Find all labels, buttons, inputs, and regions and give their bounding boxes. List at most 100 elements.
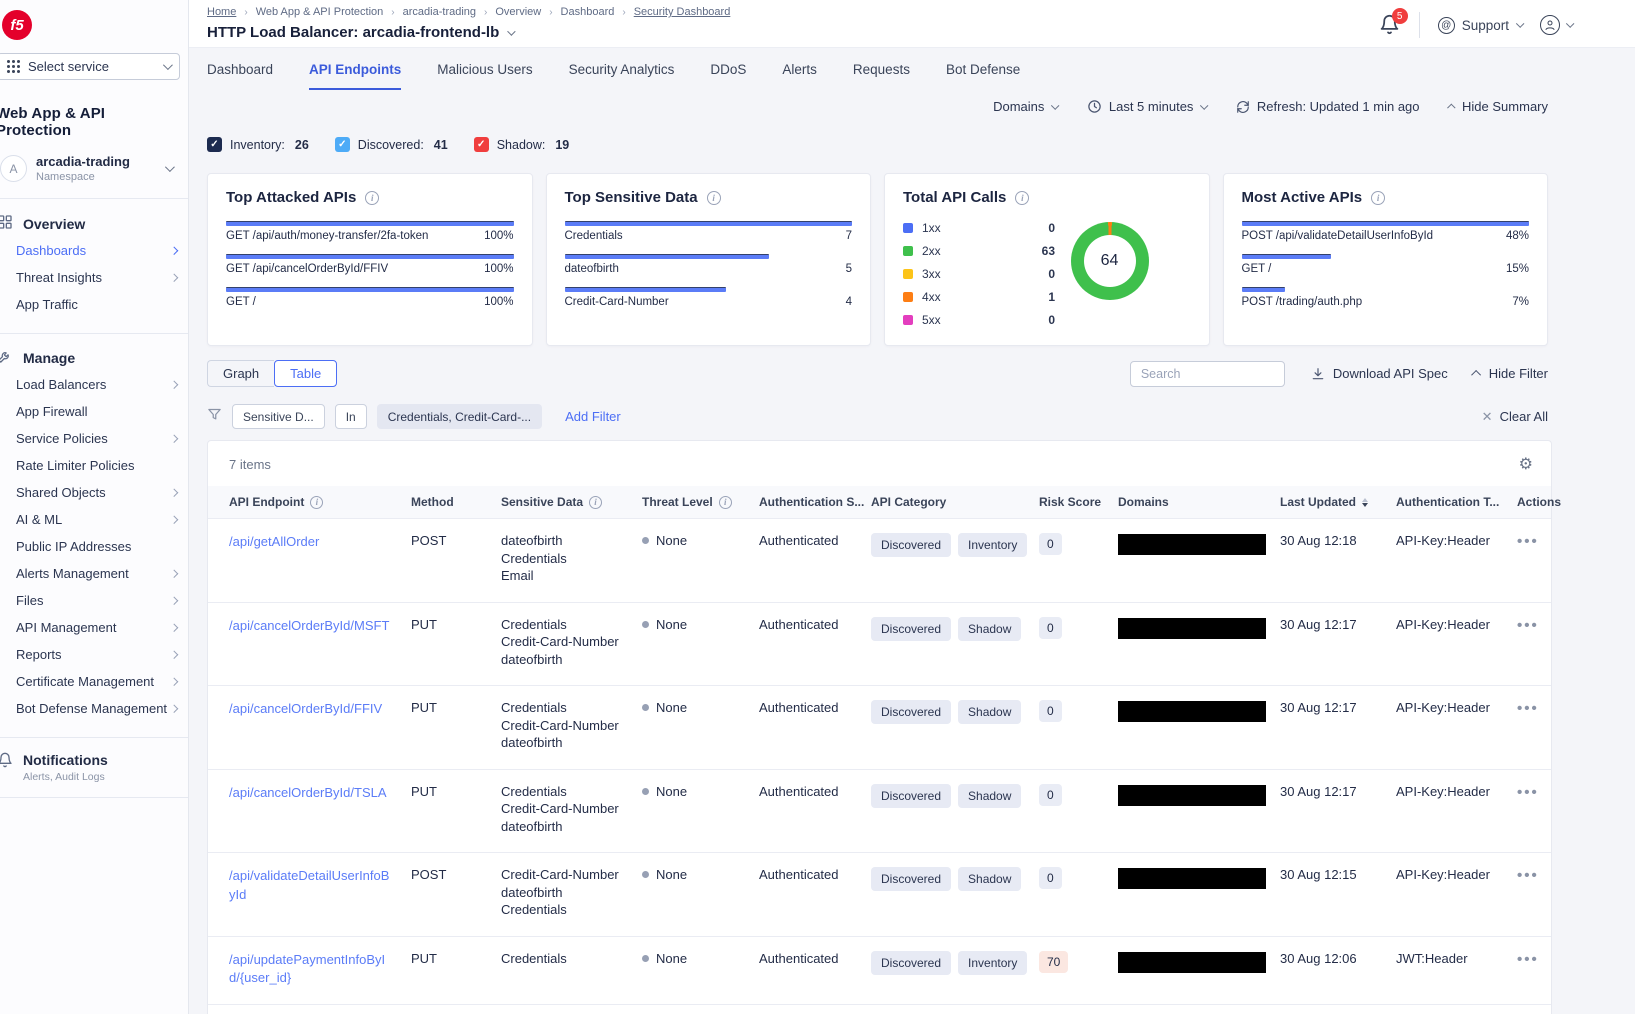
tab-requests[interactable]: Requests: [853, 62, 910, 90]
breadcrumb-item[interactable]: Home: [207, 6, 236, 18]
sidebar-item-shared-objects[interactable]: Shared Objects: [0, 479, 188, 506]
bar-label: Credentials: [565, 230, 623, 242]
sort-icon[interactable]: [1362, 498, 1368, 507]
gear-icon[interactable]: ⚙: [1519, 456, 1533, 472]
sidebar-item-ai-ml[interactable]: AI & ML: [0, 506, 188, 533]
bar-label: GET /: [1242, 263, 1272, 275]
bar-item: POST /api/validateDetailUserInfoById48%: [1242, 221, 1530, 242]
api-endpoint-link[interactable]: /api/cancelOrderById/FFIV: [229, 700, 411, 719]
time-range-dropdown[interactable]: Last 5 minutes: [1087, 99, 1206, 114]
threat-level-cell: None: [642, 784, 759, 799]
filter-operator-select[interactable]: In: [335, 404, 367, 429]
info-icon[interactable]: i: [365, 191, 379, 205]
row-actions-button[interactable]: •••: [1517, 867, 1539, 884]
tab-malicious-users[interactable]: Malicious Users: [437, 62, 532, 90]
table-row: /api/cancelOrderById/FFIVPUTCredentialsC…: [208, 685, 1551, 769]
column-header-risk-score[interactable]: Risk Score: [1039, 495, 1118, 509]
tab-security-analytics[interactable]: Security Analytics: [569, 62, 675, 90]
graph-view-button[interactable]: Graph: [207, 360, 274, 387]
sidebar-item-app-firewall[interactable]: App Firewall: [0, 398, 188, 425]
tab-api-endpoints[interactable]: API Endpoints: [309, 62, 401, 90]
namespace-selector[interactable]: A arcadia-trading Namespace: [0, 154, 180, 183]
table-toolbar: Graph Table Download API Spec Hide Filte…: [207, 360, 1548, 387]
checkbox-discovered[interactable]: ✓Discovered:41: [335, 137, 448, 152]
api-category-cell: DiscoveredShadow: [871, 784, 1039, 808]
row-actions-button[interactable]: •••: [1517, 617, 1539, 634]
refresh-button[interactable]: Refresh: Updated 1 min ago: [1236, 99, 1420, 114]
breadcrumb-item[interactable]: Dashboard: [561, 6, 615, 18]
breadcrumb-item[interactable]: Overview: [495, 6, 541, 18]
api-endpoint-link[interactable]: /api/cancelOrderById/TSLA: [229, 784, 411, 803]
info-icon[interactable]: i: [719, 496, 732, 509]
column-header-api-category[interactable]: API Category: [871, 495, 1039, 509]
add-filter-button[interactable]: Add Filter: [565, 409, 621, 424]
sidebar-item-threat-insights[interactable]: Threat Insights: [0, 264, 188, 291]
tab-dashboard[interactable]: Dashboard: [207, 62, 273, 90]
column-header-domains[interactable]: Domains: [1118, 495, 1280, 509]
support-menu[interactable]: @ Support: [1438, 17, 1522, 34]
api-endpoint-link[interactable]: /api/validateDetailUserInfoById: [229, 867, 411, 905]
api-endpoint-link[interactable]: /api/getAllOrder: [229, 533, 411, 552]
notifications-sub: Alerts, Audit Logs: [23, 771, 108, 783]
column-header-last-updated[interactable]: Last Updated: [1280, 495, 1396, 509]
row-actions-button[interactable]: •••: [1517, 533, 1539, 550]
api-endpoint-link[interactable]: /api/updatePaymentInfoById/{user_id}: [229, 951, 411, 989]
table-view-button[interactable]: Table: [274, 360, 337, 387]
info-icon[interactable]: i: [707, 191, 721, 205]
filter-field-select[interactable]: Sensitive D...: [232, 404, 325, 429]
notifications-bell-button[interactable]: 5: [1379, 14, 1401, 36]
last-updated-cell: 30 Aug 12:06: [1280, 951, 1396, 966]
info-icon[interactable]: i: [589, 496, 602, 509]
api-endpoint-link[interactable]: /api/cancelOrderById/MSFT: [229, 617, 411, 636]
sidebar-item-notifications[interactable]: Notifications Alerts, Audit Logs: [0, 738, 188, 798]
column-header-api-endpoint[interactable]: API Endpointi: [229, 495, 411, 509]
column-header-authentication-t-[interactable]: Authentication T...: [1396, 495, 1517, 509]
column-header-actions[interactable]: Actions: [1517, 495, 1561, 509]
tab-ddos[interactable]: DDoS: [710, 62, 746, 90]
sidebar-item-load-balancers[interactable]: Load Balancers: [0, 371, 188, 398]
info-icon[interactable]: i: [1015, 191, 1029, 205]
sidebar-item-certificate-management[interactable]: Certificate Management: [0, 668, 188, 695]
domains-dropdown[interactable]: Domains: [993, 99, 1057, 114]
search-input[interactable]: [1130, 361, 1285, 387]
sensitive-data-item: Credentials: [501, 902, 642, 919]
sidebar-item-rate-limiter-policies[interactable]: Rate Limiter Policies: [0, 452, 188, 479]
bar-value: 48%: [1506, 230, 1529, 242]
breadcrumb-item[interactable]: arcadia-trading: [403, 6, 476, 18]
sidebar-item-alerts-management[interactable]: Alerts Management: [0, 560, 188, 587]
row-actions-button[interactable]: •••: [1517, 951, 1539, 968]
breadcrumb-item[interactable]: Web App & API Protection: [256, 6, 384, 18]
sidebar-item-service-policies[interactable]: Service Policies: [0, 425, 188, 452]
column-header-method[interactable]: Method: [411, 495, 501, 509]
checkbox-shadow[interactable]: ✓Shadow:19: [474, 137, 570, 152]
hide-summary-button[interactable]: Hide Summary: [1450, 99, 1548, 114]
tab-alerts[interactable]: Alerts: [782, 62, 817, 90]
row-actions-button[interactable]: •••: [1517, 784, 1539, 801]
column-header-sensitive-data[interactable]: Sensitive Datai: [501, 495, 642, 509]
info-icon[interactable]: i: [310, 496, 323, 509]
sidebar-item-reports[interactable]: Reports: [0, 641, 188, 668]
filter-value-chip[interactable]: Credentials, Credit-Card-...: [377, 404, 542, 429]
column-header-authentication-s-[interactable]: Authentication S...: [759, 495, 871, 509]
sensitive-data-item: dateofbirth: [501, 885, 642, 902]
checkbox-inventory[interactable]: ✓Inventory:26: [207, 137, 309, 152]
sidebar-item-public-ip-addresses[interactable]: Public IP Addresses: [0, 533, 188, 560]
breadcrumb-item[interactable]: Security Dashboard: [634, 6, 731, 18]
sidebar-item-dashboards[interactable]: Dashboards: [0, 237, 188, 264]
clear-all-button[interactable]: ✕ Clear All: [1482, 409, 1548, 425]
chevron-right-icon: [169, 705, 177, 713]
select-service-dropdown[interactable]: Select service: [0, 53, 180, 80]
row-actions-button[interactable]: •••: [1517, 700, 1539, 717]
sidebar-item-app-traffic[interactable]: App Traffic: [0, 291, 188, 318]
account-menu[interactable]: [1540, 15, 1572, 35]
sidebar-item-files[interactable]: Files: [0, 587, 188, 614]
sidebar-item-api-management[interactable]: API Management: [0, 614, 188, 641]
download-api-spec-button[interactable]: Download API Spec: [1311, 366, 1448, 381]
info-icon[interactable]: i: [1371, 191, 1385, 205]
page-title[interactable]: HTTP Load Balancer: arcadia-frontend-lb: [207, 24, 730, 41]
hide-filter-button[interactable]: Hide Filter: [1474, 366, 1548, 381]
category-pill-inventory: Inventory: [958, 951, 1027, 975]
sidebar-item-bot-defense-management[interactable]: Bot Defense Management: [0, 695, 188, 722]
tab-bot-defense[interactable]: Bot Defense: [946, 62, 1020, 90]
column-header-threat-level[interactable]: Threat Leveli: [642, 495, 759, 509]
